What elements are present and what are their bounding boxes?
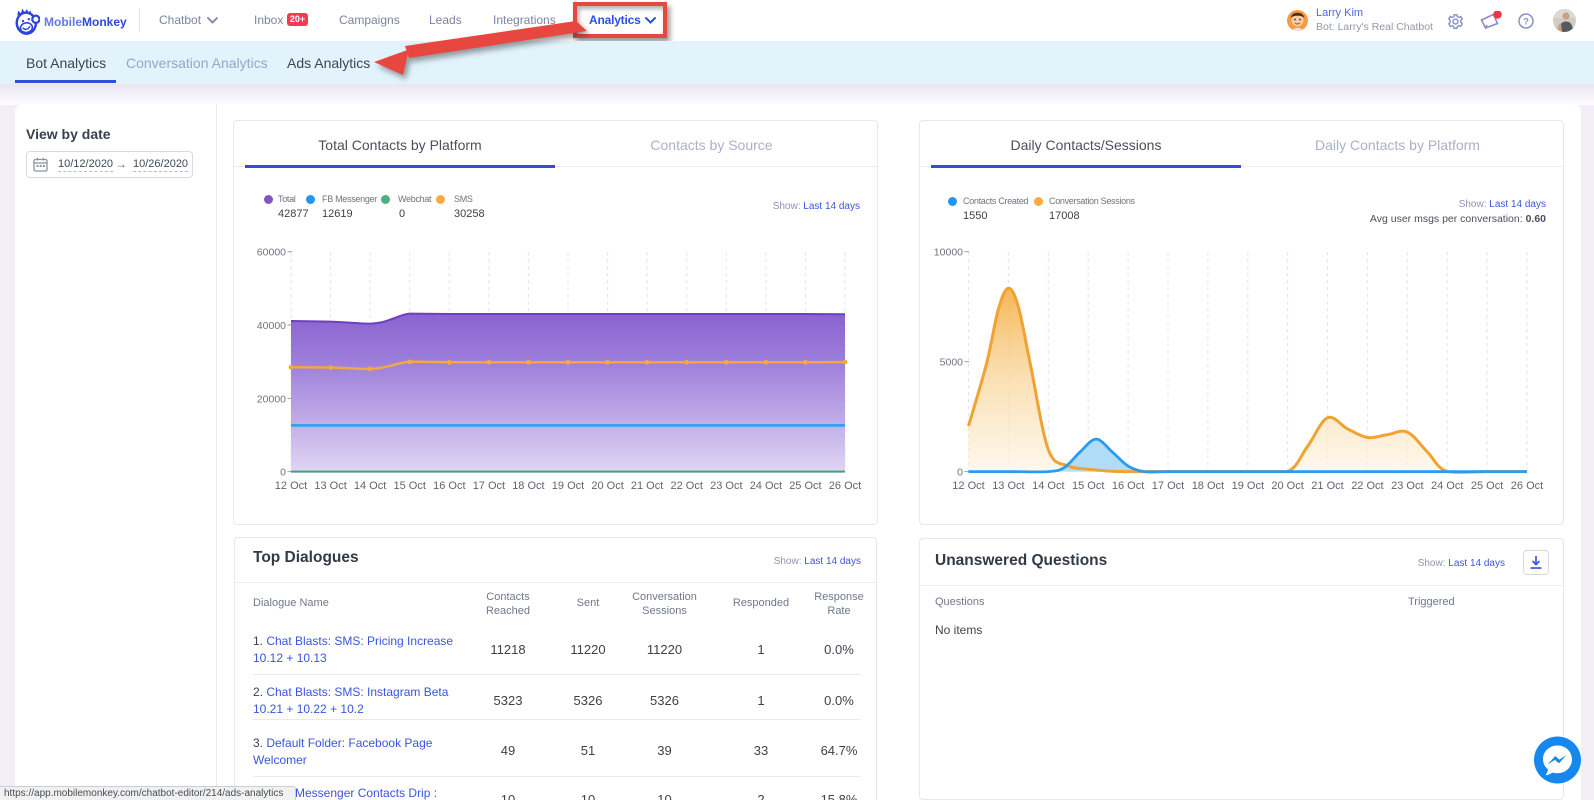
svg-text:13 Oct: 13 Oct — [314, 480, 346, 492]
svg-text:26 Oct: 26 Oct — [1511, 480, 1543, 492]
svg-text:40000: 40000 — [257, 320, 286, 332]
svg-text:17 Oct: 17 Oct — [1152, 480, 1184, 492]
svg-text:24 Oct: 24 Oct — [1431, 480, 1463, 492]
svg-text:15 Oct: 15 Oct — [1072, 480, 1104, 492]
svg-text:19 Oct: 19 Oct — [552, 480, 584, 492]
svg-text:12 Oct: 12 Oct — [952, 480, 984, 492]
svg-text:14 Oct: 14 Oct — [1032, 480, 1064, 492]
svg-text:20 Oct: 20 Oct — [591, 480, 623, 492]
svg-text:10000: 10000 — [934, 247, 963, 259]
svg-text:21 Oct: 21 Oct — [631, 480, 663, 492]
svg-text:14 Oct: 14 Oct — [354, 480, 386, 492]
svg-text:22 Oct: 22 Oct — [670, 480, 702, 492]
svg-text:20 Oct: 20 Oct — [1271, 480, 1303, 492]
svg-text:26 Oct: 26 Oct — [829, 480, 861, 492]
svg-text:16 Oct: 16 Oct — [1112, 480, 1144, 492]
svg-text:25 Oct: 25 Oct — [789, 480, 821, 492]
svg-text:15 Oct: 15 Oct — [393, 480, 425, 492]
svg-text:20000: 20000 — [257, 393, 286, 405]
svg-text:60000: 60000 — [257, 247, 286, 259]
svg-text:17 Oct: 17 Oct — [473, 480, 505, 492]
svg-text:18 Oct: 18 Oct — [512, 480, 544, 492]
svg-text:21 Oct: 21 Oct — [1311, 480, 1343, 492]
svg-text:19 Oct: 19 Oct — [1232, 480, 1264, 492]
svg-text:24 Oct: 24 Oct — [750, 480, 782, 492]
svg-text:0: 0 — [957, 467, 963, 479]
svg-text:18 Oct: 18 Oct — [1192, 480, 1224, 492]
svg-text:22 Oct: 22 Oct — [1351, 480, 1383, 492]
svg-text:23 Oct: 23 Oct — [710, 480, 742, 492]
svg-text:5000: 5000 — [940, 357, 964, 369]
svg-text:?: ? — [1523, 16, 1529, 27]
svg-text:23 Oct: 23 Oct — [1391, 480, 1423, 492]
svg-text:12 Oct: 12 Oct — [275, 480, 307, 492]
svg-text:13 Oct: 13 Oct — [992, 480, 1024, 492]
svg-text:16 Oct: 16 Oct — [433, 480, 465, 492]
svg-text:0: 0 — [280, 467, 286, 479]
svg-text:25 Oct: 25 Oct — [1471, 480, 1503, 492]
